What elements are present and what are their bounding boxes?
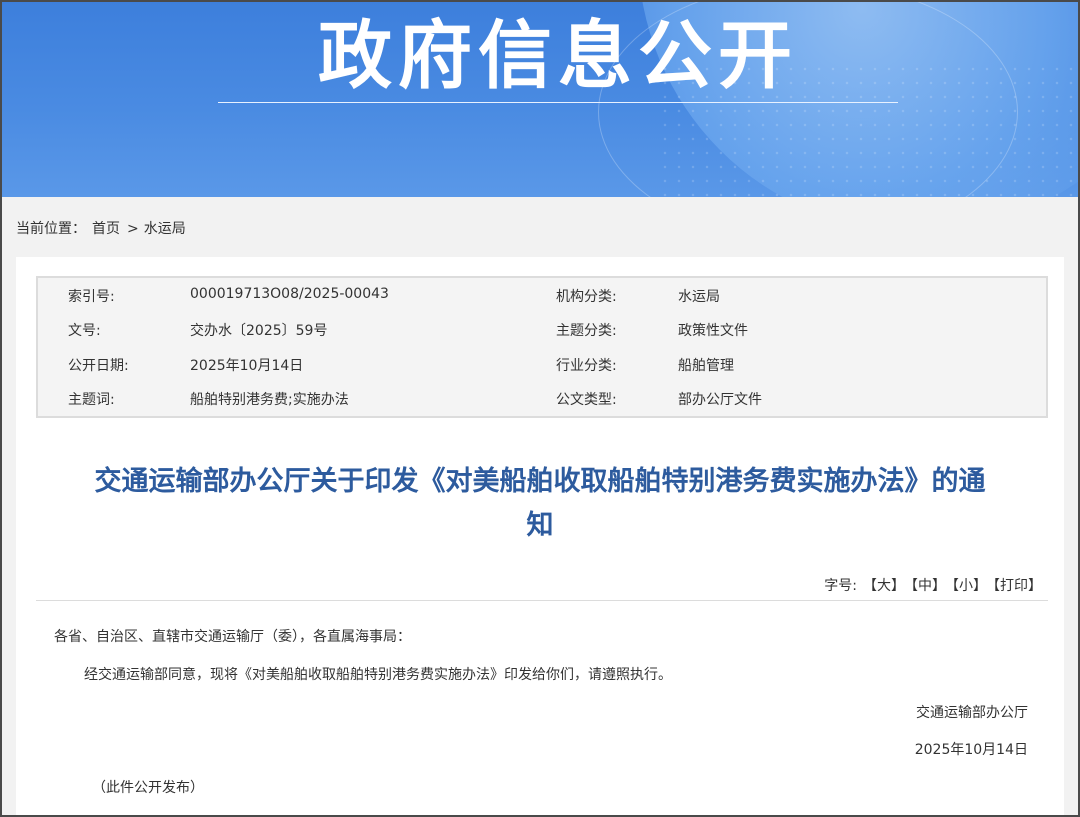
- metadata-row: 主题词: 船舶特别港务费;实施办法 公文类型: 部办公厅文件: [38, 381, 1050, 415]
- banner-underline: [218, 102, 898, 103]
- metadata-key: 主题分类:: [556, 323, 617, 339]
- metadata-key: 索引号:: [68, 289, 115, 305]
- font-size-medium-button[interactable]: 【中】: [911, 578, 946, 594]
- document-title-line: 交通运输部办公厅关于印发《对美船舶收取船舶特别港务费实施办法》的通: [94, 466, 986, 497]
- font-size-small-button[interactable]: 【小】: [952, 578, 987, 594]
- metadata-value: 船舶特别港务费;实施办法: [190, 392, 349, 408]
- banner: 政府信息公开: [2, 2, 1078, 197]
- metadata-key: 机构分类:: [556, 289, 617, 305]
- divider: [36, 600, 1048, 601]
- metadata-key: 公文类型:: [556, 392, 617, 408]
- font-size-large-button[interactable]: 【大】: [863, 578, 905, 594]
- metadata-row: 公开日期: 2025年10月14日 行业分类: 船舶管理: [38, 347, 1050, 381]
- metadata-key: 文号:: [68, 323, 101, 339]
- metadata-value: 政策性文件: [678, 323, 748, 339]
- print-button[interactable]: 【打印】: [993, 578, 1042, 594]
- content-panel: 索引号: 000019713O08/2025-00043 机构分类: 水运局 文…: [16, 257, 1064, 815]
- breadcrumb-current-link[interactable]: 水运局: [144, 221, 186, 237]
- metadata-value: 交办水〔2025〕59号: [190, 323, 328, 339]
- breadcrumb-home-link[interactable]: 首页: [92, 221, 120, 237]
- font-size-label: 字号:: [824, 578, 857, 594]
- metadata-value: 部办公厅文件: [678, 392, 762, 408]
- document-salutation: 各省、自治区、直辖市交通运输厅（委），各直属海事局：: [54, 629, 411, 645]
- metadata-value: 2025年10月14日: [190, 358, 304, 374]
- metadata-row: 索引号: 000019713O08/2025-00043 机构分类: 水运局: [38, 278, 1050, 312]
- metadata-key: 行业分类:: [556, 358, 617, 374]
- metadata-value: 船舶管理: [678, 358, 734, 374]
- breadcrumb-separator: >: [127, 221, 139, 237]
- metadata-key: 主题词:: [68, 392, 115, 408]
- signature-organization: 交通运输部办公厅: [916, 705, 1028, 721]
- metadata-table: 索引号: 000019713O08/2025-00043 机构分类: 水运局 文…: [36, 276, 1048, 418]
- font-size-toolbar: 字号: 【大】 【中】 【小】 【打印】: [824, 575, 1042, 595]
- banner-title: 政府信息公开: [318, 13, 798, 99]
- metadata-value: 水运局: [678, 289, 720, 305]
- publication-note: （此件公开发布）: [92, 780, 204, 796]
- metadata-row: 文号: 交办水〔2025〕59号 主题分类: 政策性文件: [38, 312, 1050, 346]
- document-title: 交通运输部办公厅关于印发《对美船舶收取船舶特别港务费实施办法》的通 知: [26, 460, 1054, 548]
- metadata-key: 公开日期:: [68, 358, 129, 374]
- signature-date: 2025年10月14日: [914, 742, 1028, 758]
- document-paragraph: 经交通运输部同意，现将《对美船舶收取船舶特别港务费实施办法》印发给你们，请遵照执…: [84, 667, 672, 683]
- document-title-line: 知: [526, 510, 554, 541]
- breadcrumb: 当前位置： 首页 > 水运局: [16, 218, 192, 238]
- breadcrumb-prefix: 当前位置：: [16, 221, 86, 237]
- page-frame: 政府信息公开 当前位置： 首页 > 水运局 索引号: 000019713O08/202…: [0, 0, 1080, 817]
- metadata-value: 000019713O08/2025-00043: [190, 286, 389, 302]
